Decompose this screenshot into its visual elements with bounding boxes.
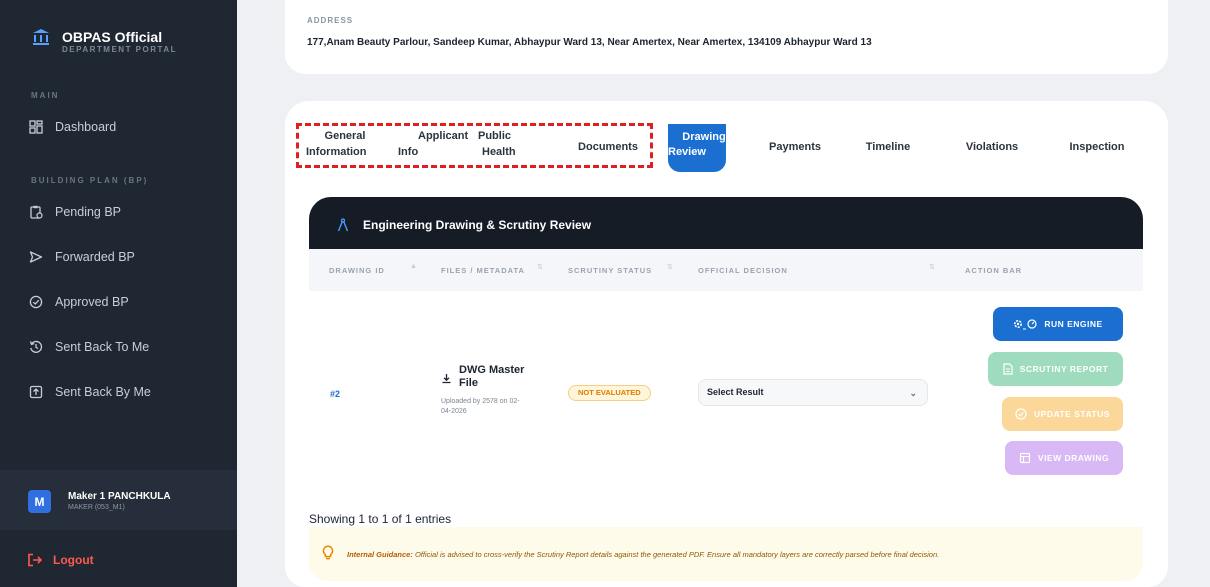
- sidebar-item-sent-back-to-me[interactable]: Sent Back To Me: [27, 334, 227, 360]
- sidebar-item-label: Dashboard: [55, 120, 117, 134]
- tab-label: Documents: [578, 141, 638, 153]
- sort-icon[interactable]: ▲: [410, 263, 417, 270]
- tab-label: Inspection: [1069, 141, 1125, 153]
- file-name[interactable]: DWG Master File: [459, 364, 539, 390]
- decision-select[interactable]: Select Result ⌄: [698, 379, 928, 406]
- table-header: DRAWING ID ▲ FILES / METADATA ⇅ SCRUTINY…: [309, 249, 1143, 291]
- tab-label: Public: [478, 130, 512, 142]
- tab-payments[interactable]: Payments: [756, 137, 834, 157]
- tab-general-information[interactable]: General Information: [306, 128, 378, 160]
- tab-drawing-review[interactable]: Drawing Review: [668, 124, 726, 172]
- user-role: MAKER (053_M1): [68, 504, 125, 511]
- clipboard-clock-icon: [27, 203, 45, 221]
- sidebar-item-label: Approved BP: [55, 295, 129, 309]
- sidebar: OBPAS Official DEPARTMENT PORTAL MAIN Da…: [0, 0, 237, 587]
- user-panel: M Maker 1 PANCHKULA MAKER (053_M1): [0, 470, 237, 530]
- column-header-drawing-id[interactable]: DRAWING ID: [329, 266, 385, 275]
- run-engine-label: RUN ENGINE: [1044, 319, 1103, 329]
- logout-icon: [27, 553, 43, 567]
- address-label: ADDRESS: [307, 16, 354, 25]
- sidebar-item-label: Forwarded BP: [55, 250, 135, 264]
- avatar: M: [28, 490, 51, 513]
- tab-label: Timeline: [865, 141, 911, 153]
- status-badge: NOT EVALUATED: [568, 385, 651, 401]
- scrutiny-report-button[interactable]: SCRUTINY REPORT: [988, 352, 1123, 386]
- address-card: ADDRESS 177,Anam Beauty Parlour, Sandeep…: [285, 0, 1168, 74]
- brand: OBPAS Official DEPARTMENT PORTAL: [0, 12, 237, 62]
- logout-button[interactable]: Logout: [27, 549, 94, 571]
- sidebar-item-approved-bp[interactable]: Approved BP: [27, 289, 227, 315]
- view-drawing-button[interactable]: VIEW DRAWING: [1005, 441, 1123, 475]
- sidebar-item-label: Pending BP: [55, 205, 122, 219]
- brand-subtitle: DEPARTMENT PORTAL: [62, 45, 177, 54]
- table-row: #2 DWG Master File Uploaded by 2578 on 0…: [309, 291, 1143, 491]
- view-drawing-label: VIEW DRAWING: [1037, 453, 1110, 463]
- user-name: Maker 1 PANCHKULA: [68, 491, 171, 502]
- tab-label: Payments: [769, 141, 821, 153]
- compass-icon: [337, 218, 349, 237]
- tab-label: Violations: [965, 141, 1019, 153]
- check-circle-icon: [1015, 408, 1027, 420]
- update-status-label: UPDATE STATUS: [1034, 409, 1110, 419]
- panel-title: Engineering Drawing & Scrutiny Review: [363, 218, 592, 232]
- panel-header: Engineering Drawing & Scrutiny Review: [309, 197, 1143, 249]
- tab-label: General: [324, 130, 366, 142]
- tab-public-health[interactable]: Public Health: [478, 128, 526, 160]
- tab-violations[interactable]: Violations: [955, 137, 1029, 157]
- tab-label: Info: [398, 146, 419, 158]
- gear-icon: [1013, 318, 1037, 330]
- lightbulb-icon: [322, 545, 334, 566]
- tab-documents[interactable]: Documents: [570, 137, 646, 157]
- column-header-official-decision[interactable]: OFFICIAL DECISION: [698, 266, 788, 275]
- tab-inspection[interactable]: Inspection: [1060, 137, 1134, 157]
- run-engine-button[interactable]: RUN ENGINE: [993, 307, 1123, 341]
- address-value: 177,Anam Beauty Parlour, Sandeep Kumar, …: [307, 37, 872, 48]
- tab-label: Review: [668, 146, 706, 158]
- sidebar-item-sent-back-by-me[interactable]: Sent Back By Me: [27, 379, 227, 405]
- tab-label: Applicant: [418, 130, 469, 142]
- tab-applicant-info[interactable]: Applicant Info: [398, 128, 469, 160]
- tab-label: Health: [482, 146, 516, 158]
- guidance-text: Internal Guidance: Official is advised t…: [347, 550, 939, 559]
- sort-icon[interactable]: ⇅: [537, 263, 543, 271]
- sort-icon[interactable]: ⇅: [667, 263, 673, 271]
- scrutiny-report-label: SCRUTINY REPORT: [1019, 364, 1109, 374]
- chevron-down-icon: ⌄: [909, 388, 917, 398]
- document-icon: [1003, 363, 1013, 375]
- column-header-files-metadata[interactable]: FILES / METADATA: [441, 266, 525, 275]
- logout-label: Logout: [53, 553, 94, 567]
- decision-select-value: Select Result: [707, 387, 764, 397]
- brand-title: OBPAS Official: [62, 29, 163, 45]
- update-status-button[interactable]: UPDATE STATUS: [1002, 397, 1123, 431]
- column-header-scrutiny-status[interactable]: SCRUTINY STATUS: [568, 266, 652, 275]
- bank-icon: [31, 27, 51, 47]
- sidebar-item-pending-bp[interactable]: Pending BP: [27, 199, 227, 225]
- sidebar-item-dashboard[interactable]: Dashboard: [27, 114, 227, 140]
- download-icon[interactable]: [441, 371, 452, 389]
- box-arrow-icon: [27, 383, 45, 401]
- send-icon: [27, 248, 45, 266]
- tab-label: Drawing: [682, 131, 726, 143]
- guidance-banner: Internal Guidance: Official is advised t…: [309, 527, 1143, 581]
- history-icon: [27, 338, 45, 356]
- sort-icon[interactable]: ⇅: [929, 263, 935, 271]
- column-header-action-bar: ACTION BAR: [965, 266, 1023, 275]
- tab-label: Information: [306, 146, 367, 158]
- sidebar-item-label: Sent Back To Me: [55, 340, 150, 354]
- check-circle-icon: [27, 293, 45, 311]
- drawing-id-link[interactable]: #2: [330, 389, 340, 399]
- section-label-main: MAIN: [31, 91, 60, 100]
- guidance-body: Official is advised to cross-verify the …: [414, 550, 940, 559]
- sidebar-item-forwarded-bp[interactable]: Forwarded BP: [27, 244, 227, 270]
- file-meta: Uploaded by 2578 on 02-04-2026: [441, 398, 520, 415]
- dashboard-icon: [27, 118, 45, 136]
- pagination-info: Showing 1 to 1 of 1 entries: [309, 512, 452, 526]
- sidebar-item-label: Sent Back By Me: [55, 385, 151, 399]
- tab-timeline[interactable]: Timeline: [852, 137, 924, 157]
- guidance-label: Internal Guidance:: [347, 550, 413, 559]
- section-label-bp: BUILDING PLAN (BP): [31, 176, 149, 185]
- layers-icon: [1019, 452, 1031, 464]
